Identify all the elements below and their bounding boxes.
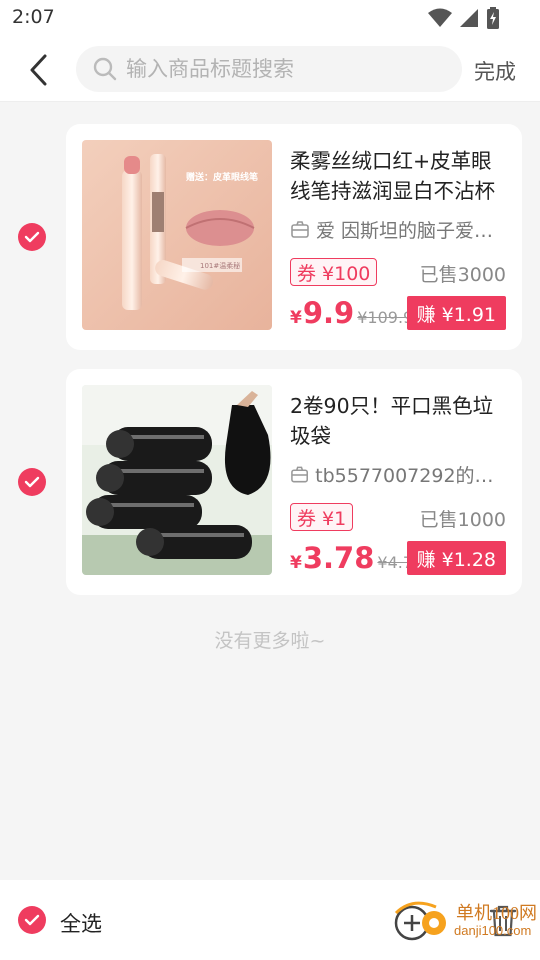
shop-name: tb5577007292的小店 [315, 465, 504, 487]
product-image-caption: 赠送：皮革眼线笔 [186, 173, 259, 183]
store-icon [291, 466, 308, 482]
check-icon [24, 231, 40, 243]
product-image-sub: 101#温柔秘 [200, 262, 241, 270]
product-2-checkbox[interactable] [18, 468, 46, 496]
product-card[interactable]: 2卷90只！平口黑色垃圾袋 tb5577007292的小店 券 ¥1 已售100… [66, 369, 522, 595]
shop-info: 爱 因斯坦的脑子爱… [290, 216, 504, 243]
currency-symbol: ¥ [290, 308, 302, 328]
product-image [82, 385, 272, 575]
original-price: ¥109.9 [357, 308, 414, 327]
check-icon [24, 914, 40, 926]
watermark-line2: danji100.com [454, 923, 532, 938]
watermark-logo [394, 901, 446, 941]
watermark: 单机100网 danji100.com [392, 897, 540, 945]
currency-symbol: ¥ [290, 553, 302, 573]
coupon-badge: 券 ¥100 [290, 258, 378, 286]
wifi-icon [428, 8, 452, 27]
signal-icon [460, 9, 478, 27]
watermark-line1: 单机100网 [456, 903, 537, 923]
bottom-bar: 全选 单机100网 danji100.com [0, 880, 540, 960]
select-all-label[interactable]: 全选 [60, 908, 102, 938]
price-row: ¥ 3.78 ¥4.78 [290, 541, 423, 577]
done-button[interactable]: 完成 [474, 56, 516, 86]
price: 9.9 [302, 296, 355, 330]
back-arrow-icon [30, 54, 47, 86]
check-icon [24, 476, 40, 488]
status-time: 2:07 [12, 6, 55, 28]
store-icon [291, 220, 309, 238]
header: 完成 [0, 36, 540, 102]
price: 3.78 [302, 541, 375, 575]
search-box[interactable] [76, 46, 462, 92]
select-all-checkbox[interactable] [18, 906, 46, 934]
status-bar: 2:07 [0, 0, 540, 36]
earn-badge[interactable]: 赚 ¥1.91 [406, 296, 506, 330]
search-icon [93, 57, 117, 81]
coupon-badge: 券 ¥1 [290, 503, 354, 531]
product-title: 柔雾丝绒口红+皮革眼线笔持滋润显白不沾杯 [290, 149, 495, 203]
sold-count: 已售1000 [419, 509, 506, 531]
shop-name: 爱 因斯坦的脑子爱… [316, 220, 494, 242]
product-image: 赠送：皮革眼线笔 101#温柔秘 [82, 140, 272, 330]
back-button[interactable] [20, 50, 56, 90]
shop-info: tb5577007292的小店 [290, 461, 504, 488]
product-card[interactable]: 赠送：皮革眼线笔 101#温柔秘 柔雾丝绒口红+皮革眼线笔持滋润显白不沾杯 爱 … [66, 124, 522, 350]
price-row: ¥ 9.9 ¥109.9 [290, 296, 413, 332]
status-icons [428, 6, 500, 30]
earn-badge[interactable]: 赚 ¥1.28 [406, 541, 506, 575]
search-input[interactable] [126, 57, 446, 81]
product-title: 2卷90只！平口黑色垃圾袋 [290, 394, 494, 448]
product-1-checkbox[interactable] [18, 223, 46, 251]
sold-count: 已售3000 [419, 264, 506, 286]
battery-icon [487, 7, 499, 29]
list-end-text: 没有更多啦~ [214, 630, 326, 652]
